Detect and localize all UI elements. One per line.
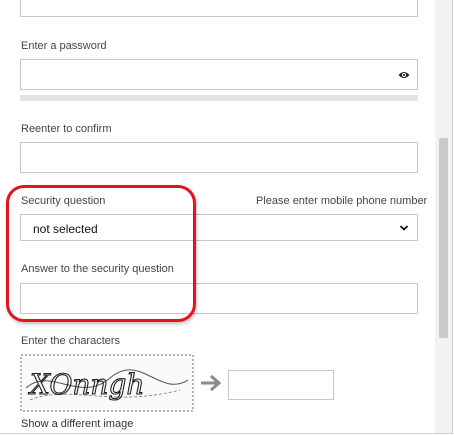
scrollbar-thumb[interactable] [439,138,448,338]
scrollbar[interactable] [435,0,452,433]
password-strength-bar [20,95,418,101]
password-field[interactable] [20,59,418,90]
captcha-image: XOnngh [20,354,194,412]
password-label: Enter a password [21,40,107,52]
previous-field[interactable] [20,0,418,17]
confirm-password-field[interactable] [20,142,418,173]
captcha-input[interactable] [228,370,334,400]
chevron-down-icon [399,225,409,231]
phone-number-link[interactable]: Please enter mobile phone number [256,195,427,207]
highlight-annotation [6,185,196,322]
eye-icon[interactable] [398,70,410,80]
captcha-label: Enter the characters [21,335,121,347]
confirm-label: Reenter to confirm [21,123,112,135]
registration-form: Enter a password Reenter to confirm Secu… [0,0,453,434]
captcha-text: XOnngh [28,368,144,401]
arrow-right-icon [201,374,222,392]
show-different-image-link[interactable]: Show a different image [21,418,133,430]
